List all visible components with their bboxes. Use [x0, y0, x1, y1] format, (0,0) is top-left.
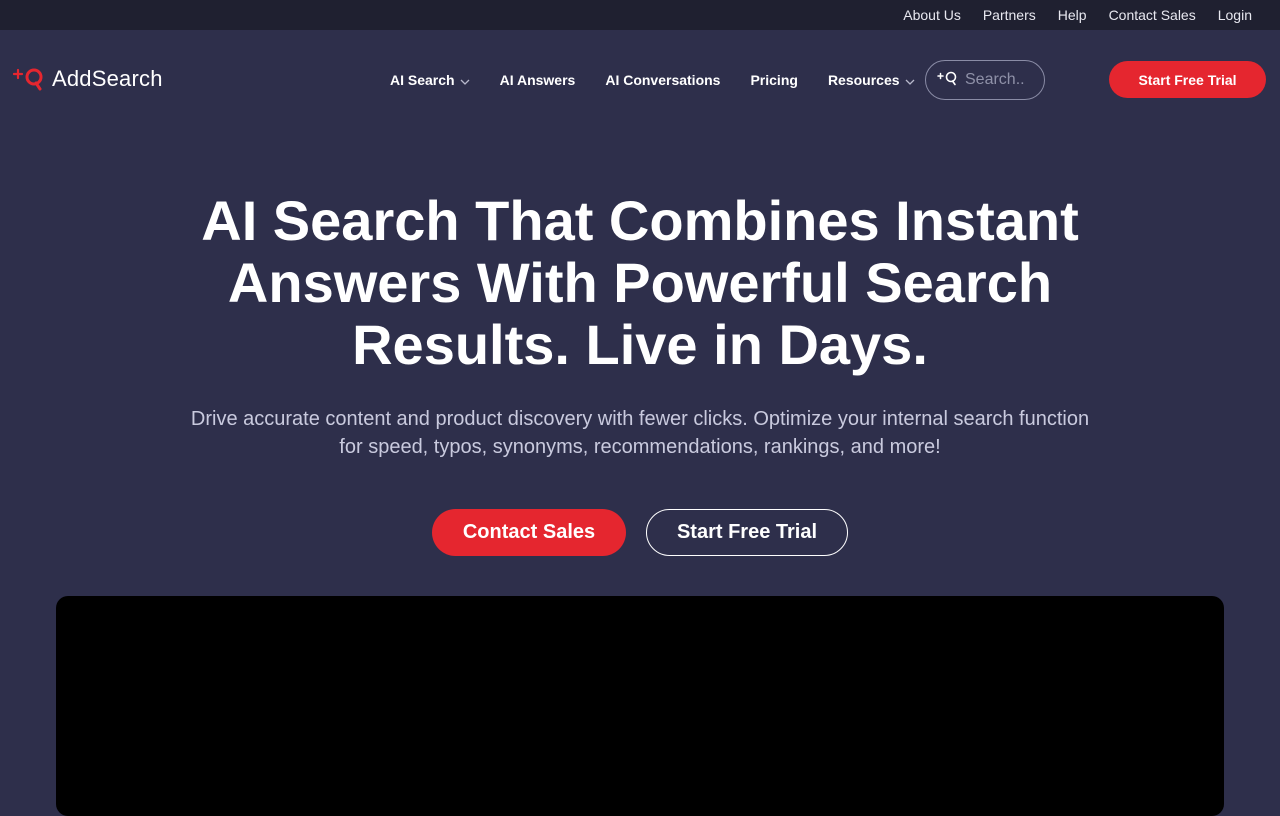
addsearch-logo[interactable]: AddSearch: [13, 66, 163, 92]
nav-item-ai-answers[interactable]: AI Answers: [500, 72, 576, 88]
help-link[interactable]: Help: [1058, 7, 1087, 23]
header-start-free-trial-button[interactable]: Start Free Trial: [1109, 61, 1266, 98]
plus-magnifier-icon: [13, 66, 45, 92]
contact-sales-button[interactable]: Contact Sales: [432, 509, 626, 556]
nav-item-pricing[interactable]: Pricing: [750, 72, 797, 88]
nav-item-label: Resources: [827, 72, 900, 88]
login-link[interactable]: Login: [1218, 7, 1252, 23]
hero-video[interactable]: [56, 596, 1224, 816]
contact-sales-link[interactable]: Contact Sales: [1109, 7, 1196, 23]
chevron-down-icon: [905, 72, 915, 88]
search-icon: [937, 70, 959, 91]
chevron-down-icon: [460, 72, 470, 88]
nav-item-label: AI Answers: [499, 72, 576, 88]
nav-item-ai-search[interactable]: AI Search: [390, 72, 470, 88]
main-header: AddSearch AI Search AI Answers AI Conver…: [0, 30, 1280, 130]
nav-item-label: AI Conversations: [605, 72, 721, 88]
search-input[interactable]: [965, 71, 1043, 89]
nav-item-label: Pricing: [750, 72, 798, 88]
hero-cta-group: Contact Sales Start Free Trial: [0, 509, 1280, 556]
hero-title: AI Search That Combines Instant Answers …: [201, 189, 1079, 376]
nav-item-label: AI Search: [390, 72, 455, 88]
brand-name: AddSearch: [52, 66, 163, 91]
nav-item-ai-conversations[interactable]: AI Conversations: [605, 72, 720, 88]
top-utility-bar: About Us Partners Help Contact Sales Log…: [0, 0, 1280, 30]
nav-item-resources[interactable]: Resources: [828, 72, 915, 88]
partners-link[interactable]: Partners: [983, 7, 1036, 23]
primary-nav: AI Search AI Answers AI Conversations Pr…: [390, 72, 945, 88]
about-us-link[interactable]: About Us: [903, 7, 961, 23]
search-field[interactable]: [925, 60, 1045, 100]
start-free-trial-button[interactable]: Start Free Trial: [646, 509, 848, 556]
hero-subtitle: Drive accurate content and product disco…: [190, 408, 1090, 458]
